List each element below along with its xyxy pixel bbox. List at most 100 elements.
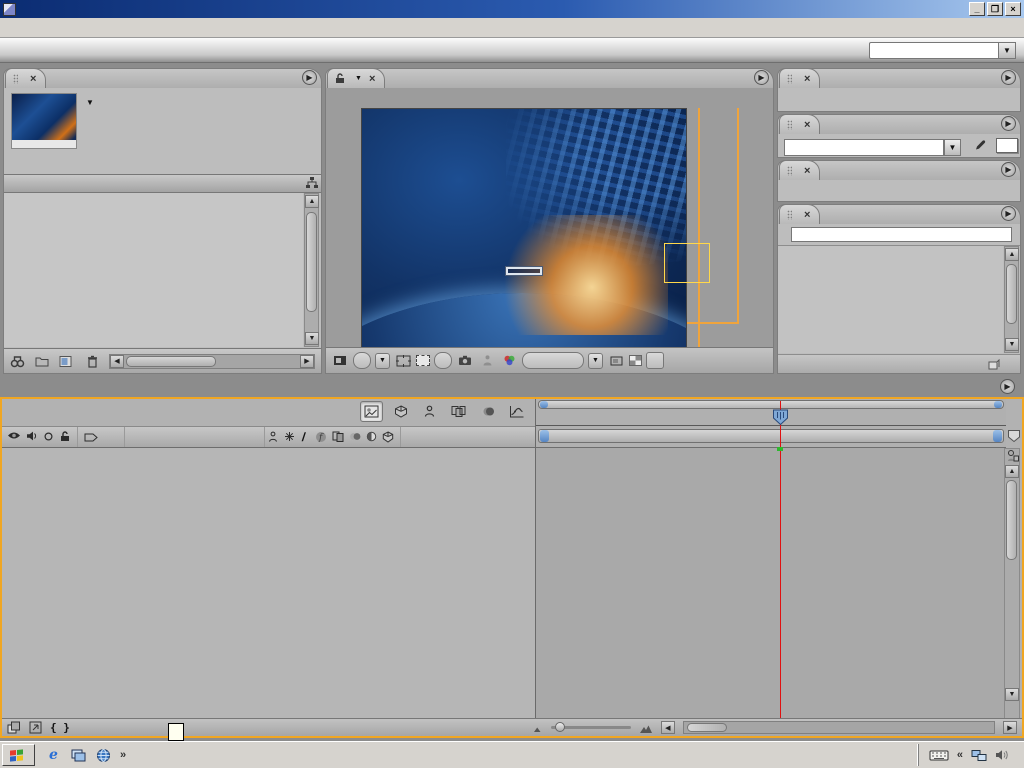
- time-controls-tab[interactable]: ×: [779, 68, 820, 88]
- scroll-down-icon[interactable]: ▼: [305, 332, 319, 345]
- expand-in-out-icon[interactable]: { }: [50, 721, 70, 734]
- scrollbar-thumb[interactable]: [687, 723, 727, 732]
- magnification-arrow-icon[interactable]: ▼: [375, 353, 390, 369]
- start-button[interactable]: [2, 744, 35, 766]
- scroll-down-icon[interactable]: ▼: [1005, 338, 1019, 351]
- scroll-left-icon[interactable]: ◀: [110, 355, 124, 368]
- chevron-down-icon[interactable]: ▼: [355, 75, 362, 82]
- scroll-down-icon[interactable]: ▼: [1005, 688, 1019, 701]
- current-time-display[interactable]: [434, 352, 452, 369]
- title-bar[interactable]: _ ❐ ×: [0, 0, 1024, 18]
- panel-menu-button[interactable]: ▶: [1001, 116, 1016, 131]
- comp-marker-bin-icon[interactable]: [1007, 429, 1021, 443]
- project-bit-depth[interactable]: [59, 355, 76, 368]
- graph-editor-icon[interactable]: [505, 401, 528, 422]
- close-icon[interactable]: ×: [804, 209, 810, 221]
- zoom-out-time-icon[interactable]: [533, 723, 543, 733]
- scroll-left-icon[interactable]: ◀: [661, 721, 675, 734]
- close-button[interactable]: ×: [1005, 2, 1021, 16]
- trash-icon[interactable]: [86, 355, 99, 368]
- navigator-start-handle[interactable]: [540, 401, 548, 408]
- character-tab[interactable]: ×: [779, 114, 820, 134]
- motion-blur-icon[interactable]: [476, 401, 499, 422]
- timeline-horizontal-scrollbar[interactable]: [683, 721, 995, 734]
- layer-modes-toggle-icon[interactable]: [1006, 449, 1019, 463]
- timeline-vertical-scrollbar[interactable]: ▲ ▼: [1004, 448, 1020, 720]
- internet-explorer-icon[interactable]: e: [45, 747, 62, 764]
- frame-blending-icon[interactable]: [447, 401, 470, 422]
- time-ruler[interactable]: [536, 410, 1006, 426]
- hide-shy-layers-icon[interactable]: [418, 401, 441, 422]
- magnification-dropdown[interactable]: [353, 352, 371, 369]
- scrollbar-thumb[interactable]: [306, 212, 317, 312]
- work-area-bar[interactable]: [535, 426, 1006, 448]
- scroll-up-icon[interactable]: ▲: [1005, 465, 1019, 478]
- panel-menu-button[interactable]: ▶: [754, 70, 769, 85]
- region-of-interest-icon[interactable]: [416, 355, 430, 366]
- project-vertical-scrollbar[interactable]: ▲ ▼: [304, 193, 319, 347]
- panel-grip[interactable]: [13, 74, 18, 84]
- name-column-header[interactable]: [4, 174, 321, 193]
- comp-marker[interactable]: [777, 447, 783, 451]
- target-region-icon[interactable]: [607, 352, 625, 369]
- expand-transfer-controls-icon[interactable]: [29, 721, 42, 734]
- always-preview-icon[interactable]: [331, 352, 349, 369]
- show-desktop-icon[interactable]: [70, 747, 87, 764]
- snapshot-icon[interactable]: [456, 352, 474, 369]
- 3d-view-dropdown[interactable]: [646, 352, 664, 369]
- close-icon[interactable]: ×: [804, 73, 810, 85]
- minimize-button[interactable]: _: [969, 2, 985, 16]
- effects-presets-tab[interactable]: ×: [779, 204, 820, 224]
- font-family-dropdown[interactable]: [784, 139, 944, 156]
- show-snapshot-icon[interactable]: [478, 352, 496, 369]
- time-navigator[interactable]: [535, 399, 1006, 426]
- close-icon[interactable]: ×: [804, 165, 810, 177]
- chevron-down-icon[interactable]: ▼: [86, 98, 94, 107]
- network-status-icon[interactable]: [971, 749, 987, 762]
- close-icon[interactable]: ×: [30, 73, 36, 85]
- live-update-icon[interactable]: [360, 401, 383, 422]
- scroll-up-icon[interactable]: ▲: [1005, 248, 1019, 261]
- new-folder-icon[interactable]: [35, 356, 49, 367]
- flowchart-icon[interactable]: [304, 174, 319, 191]
- keyboard-layout-icon[interactable]: [929, 748, 949, 762]
- paragraph-tab[interactable]: ×: [779, 160, 820, 180]
- close-icon[interactable]: ×: [369, 73, 375, 85]
- panel-menu-button[interactable]: ▶: [302, 70, 317, 85]
- msn-globe-icon[interactable]: [95, 747, 112, 764]
- close-icon[interactable]: ×: [804, 119, 810, 131]
- composition-tab[interactable]: ▼ ×: [327, 68, 385, 88]
- show-channels-icon[interactable]: [500, 352, 518, 369]
- panel-menu-button[interactable]: ▶: [1001, 206, 1016, 221]
- expand-layer-switches-icon[interactable]: [7, 721, 21, 734]
- effects-vertical-scrollbar[interactable]: ▲ ▼: [1004, 246, 1019, 353]
- composition-viewport[interactable]: [361, 108, 687, 364]
- project-horizontal-scrollbar[interactable]: ◀ ▶: [109, 354, 315, 369]
- scrollbar-thumb[interactable]: [126, 356, 216, 367]
- volume-icon[interactable]: [995, 749, 1008, 761]
- fill-color-swatch[interactable]: [996, 138, 1018, 153]
- time-zoom-slider[interactable]: [551, 726, 631, 729]
- restore-button[interactable]: ❐: [987, 2, 1003, 16]
- new-preset-icon[interactable]: [988, 359, 1000, 370]
- work-area-start-handle[interactable]: [540, 430, 549, 442]
- lock-icon[interactable]: [335, 73, 345, 84]
- eyedropper-icon[interactable]: [974, 139, 986, 152]
- resolution-dropdown[interactable]: [522, 352, 584, 369]
- scroll-up-icon[interactable]: ▲: [305, 195, 319, 208]
- safe-margins-icon[interactable]: [394, 352, 412, 369]
- contains-input[interactable]: [791, 227, 1012, 242]
- workspace-dropdown-arrow-icon[interactable]: ▼: [999, 42, 1016, 59]
- work-area-end-handle[interactable]: [993, 430, 1002, 442]
- quick-launch-overflow-icon[interactable]: »: [120, 749, 126, 761]
- scrollbar-thumb[interactable]: [1006, 480, 1017, 560]
- font-dropdown-arrow-icon[interactable]: ▼: [944, 139, 961, 156]
- scrollbar-thumb[interactable]: [1006, 264, 1017, 324]
- scroll-right-icon[interactable]: ▶: [1003, 721, 1017, 734]
- zoom-slider-handle[interactable]: [555, 722, 565, 732]
- draft-3d-icon[interactable]: [389, 401, 412, 422]
- scroll-right-icon[interactable]: ▶: [300, 355, 314, 368]
- navigator-end-handle[interactable]: [994, 401, 1002, 408]
- project-tab[interactable]: ×: [5, 68, 46, 88]
- resolution-arrow-icon[interactable]: ▼: [588, 353, 603, 369]
